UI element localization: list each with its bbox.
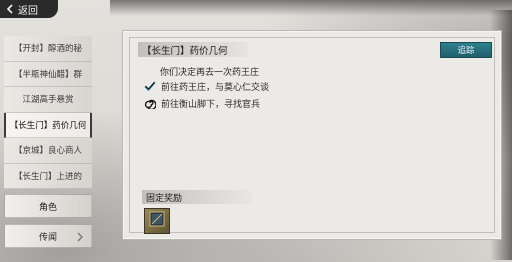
objective-text: 前往药王庄，与莫心仁交谈 [161, 82, 270, 93]
quest-list-item-label: 【京城】良心商人 [13, 146, 82, 157]
back-arrow-icon [5, 4, 15, 14]
quest-description: 你们决定再去一次药王庄 [160, 68, 260, 78]
quest-list-item[interactable]: 【开封】醇酒的秘 [4, 36, 92, 62]
quest-list-item-label: 江湖高手悬赏 [22, 95, 74, 106]
back-button-label: 返回 [18, 5, 38, 17]
tab-character-label: 角色 [38, 202, 57, 213]
quest-detail-panel [122, 30, 502, 240]
quest-list-item-label: 【半瓶神仙醋】群 [13, 69, 82, 80]
quest-list-item[interactable]: 江湖高手悬赏 [4, 87, 92, 113]
quest-list: 【开封】醇酒的秘 【半瓶神仙醋】群 江湖高手悬赏 【长生门】药价几何 【京城】良… [4, 36, 92, 190]
quest-list-item[interactable]: 【半瓶神仙醋】群 [4, 61, 92, 87]
check-icon [144, 80, 156, 92]
quest-list-item[interactable]: 【京城】良心商人 [4, 138, 92, 164]
objective-item: 前往衡山脚下，寻找官兵 [144, 96, 260, 110]
quest-list-item-label: 【长生门】上进的 [13, 171, 82, 182]
reward-title: 固定奖励 [146, 194, 183, 204]
quest-list-item-label: 【长生门】药价几何 [9, 120, 87, 131]
quest-list-item[interactable]: 【长生门】上进的 [4, 163, 92, 189]
tab-character[interactable]: 角色 [4, 194, 92, 218]
back-button[interactable]: 返回 [0, 0, 58, 18]
objective-text: 前往衡山脚下，寻找官兵 [161, 99, 261, 110]
chevron-right-icon [75, 231, 85, 243]
tab-rumors[interactable]: 传闻 [4, 224, 92, 248]
track-button-label: 追踪 [457, 46, 475, 56]
spiral-icon [144, 97, 156, 109]
ink-brush-top [110, 0, 512, 16]
quest-list-item-selected[interactable]: 【长生门】药价几何 [4, 112, 92, 138]
quest-title: 【长生门】药价几何 [142, 46, 228, 57]
quest-list-item-label: 【开封】醇酒的秘 [13, 44, 82, 55]
tab-rumors-label: 传闻 [38, 232, 57, 243]
reward-item-slot[interactable] [144, 208, 170, 234]
track-button[interactable]: 追踪 [440, 42, 492, 58]
book-icon [147, 209, 167, 233]
objective-item: 前往药王庄，与莫心仁交谈 [144, 79, 269, 93]
